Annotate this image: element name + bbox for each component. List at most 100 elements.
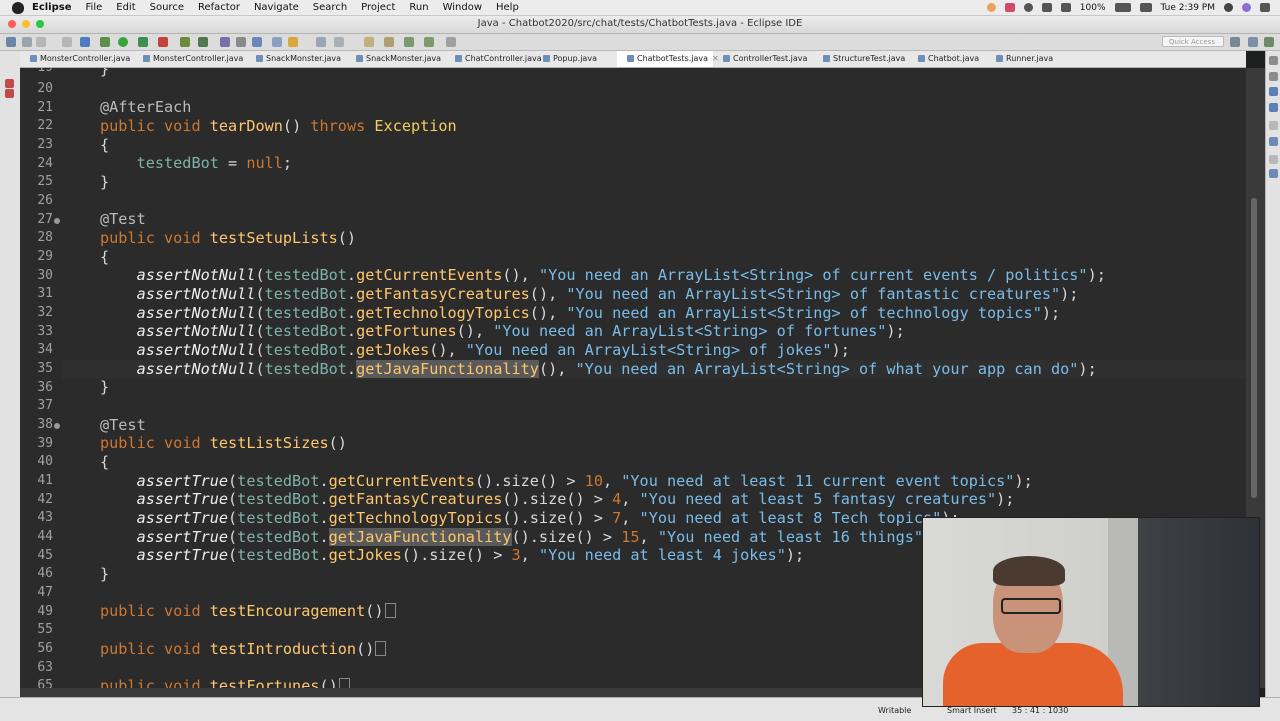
battery-icon[interactable] <box>1114 3 1131 12</box>
airplay-icon[interactable] <box>1041 3 1052 12</box>
fold-toggle-icon[interactable] <box>54 423 60 429</box>
code-line: assertNotNull(testedBot.getCurrentEvents… <box>136 266 1106 284</box>
declaration-icon[interactable] <box>1269 155 1278 164</box>
tab-chatbot[interactable]: Chatbot.java <box>908 51 986 67</box>
prev-annotation-icon[interactable] <box>384 37 394 47</box>
outline-icon[interactable] <box>1269 87 1278 96</box>
tab-controllertest[interactable]: ControllerTest.java <box>713 51 813 67</box>
menu-app[interactable]: Eclipse <box>32 2 72 13</box>
tab-snackmonster-1[interactable]: SnackMonster.java <box>246 51 346 67</box>
code-line: } <box>100 173 110 191</box>
javadoc-icon[interactable] <box>1269 137 1278 146</box>
task-list-icon[interactable] <box>1269 103 1278 112</box>
menu-search[interactable]: Search <box>313 2 347 13</box>
code-line: @Test <box>100 210 146 229</box>
restore-icon[interactable] <box>5 79 14 88</box>
selected-occurrence: getJavaFunctionality <box>356 360 539 378</box>
maximize-panel-icon[interactable] <box>1269 72 1278 81</box>
menu-navigate[interactable]: Navigate <box>254 2 299 13</box>
external-tools-icon[interactable] <box>158 37 168 47</box>
presenter-video <box>943 538 1123 706</box>
menu-help[interactable]: Help <box>496 2 519 13</box>
menu-source[interactable]: Source <box>150 2 184 13</box>
line-number: 44 <box>37 529 53 544</box>
tab-snackmonster-2[interactable]: SnackMonster.java <box>346 51 445 67</box>
save-icon[interactable] <box>22 37 32 47</box>
package-explorer-icon[interactable] <box>5 89 14 98</box>
back-icon[interactable] <box>404 37 414 47</box>
app-status-icon[interactable] <box>986 3 996 12</box>
java-file-icon <box>543 55 550 62</box>
menu-run[interactable]: Run <box>409 2 428 13</box>
new-icon[interactable] <box>6 37 16 47</box>
problems-icon[interactable] <box>1269 121 1278 130</box>
folded-block-icon[interactable] <box>375 641 387 656</box>
next-annotation-icon[interactable] <box>364 37 374 47</box>
minimize-panel-icon[interactable] <box>1269 56 1278 65</box>
wifi-icon[interactable] <box>1023 3 1033 12</box>
code-line: assertTrue(testedBot.getJavaFunctionalit… <box>136 528 941 546</box>
new-java-project-icon[interactable] <box>180 37 190 47</box>
spotlight-icon[interactable] <box>1224 3 1233 12</box>
quick-access-field[interactable]: Quick Access <box>1162 36 1224 47</box>
line-number: 26 <box>37 193 53 208</box>
show-whitespace-icon[interactable] <box>316 37 326 47</box>
tab-monstercontroller-2[interactable]: MonsterController.java <box>133 51 246 67</box>
java-file-icon <box>723 55 730 62</box>
tab-runner[interactable]: Runner.java <box>986 51 1066 67</box>
tab-structuretest[interactable]: StructureTest.java <box>813 51 908 67</box>
menu-project[interactable]: Project <box>361 2 395 13</box>
open-perspective-icon[interactable] <box>1230 37 1240 47</box>
volume-icon[interactable] <box>1060 3 1071 12</box>
search-icon[interactable] <box>252 37 262 47</box>
code-line: public void testFortunes() <box>100 677 350 688</box>
java-file-icon <box>918 55 925 62</box>
run-icon[interactable] <box>118 37 128 47</box>
menu-file[interactable]: File <box>86 2 103 13</box>
notification-center-icon[interactable] <box>1260 3 1270 12</box>
java-file-icon <box>455 55 462 62</box>
new-class-icon[interactable] <box>220 37 230 47</box>
forward-icon[interactable] <box>424 37 434 47</box>
open-type-icon[interactable] <box>236 37 246 47</box>
highlight-icon[interactable] <box>288 37 298 47</box>
folded-block-icon[interactable] <box>338 678 350 688</box>
new-package-icon[interactable] <box>198 37 208 47</box>
debug-perspective-icon[interactable] <box>1264 37 1274 47</box>
webcam-overlay <box>922 517 1260 707</box>
keyboard-icon[interactable] <box>1139 3 1152 12</box>
toggle-mark-occurrences-icon[interactable] <box>272 37 282 47</box>
fold-toggle-icon[interactable] <box>54 218 60 224</box>
pin-editor-icon[interactable] <box>446 37 456 47</box>
menu-window[interactable]: Window <box>443 2 482 13</box>
code-line: public void tearDown() throws Exception <box>100 117 457 135</box>
line-number: 49 <box>37 604 53 619</box>
siri-icon[interactable] <box>1242 3 1251 12</box>
code-line: assertTrue(testedBot.getJokes().size() >… <box>136 546 805 564</box>
menu-refactor[interactable]: Refactor <box>198 2 240 13</box>
tab-label: Popup.java <box>553 54 597 63</box>
console-icon[interactable] <box>1269 169 1278 178</box>
print-icon[interactable] <box>62 37 72 47</box>
code-line: } <box>100 378 110 396</box>
debug-icon[interactable] <box>100 37 110 47</box>
tab-chatcontroller[interactable]: ChatController.java <box>445 51 542 67</box>
coverage-icon[interactable] <box>138 37 148 47</box>
tab-popup[interactable]: Popup.java <box>533 51 617 67</box>
save-all-icon[interactable] <box>36 37 46 47</box>
folded-block-icon[interactable] <box>384 603 396 618</box>
right-trim-bar <box>1265 51 1280 697</box>
scrollbar-thumb[interactable] <box>1251 198 1257 498</box>
tab-monstercontroller-1[interactable]: MonsterController.java <box>20 51 133 67</box>
clock[interactable]: Tue 2:39 PM <box>1161 3 1216 13</box>
java-perspective-icon[interactable] <box>1248 37 1258 47</box>
skip-breakpoints-icon[interactable] <box>80 37 90 47</box>
line-number: 40 <box>37 454 53 469</box>
apple-icon[interactable] <box>12 1 24 14</box>
block-selection-icon[interactable] <box>334 37 344 47</box>
line-number: 37 <box>37 398 53 413</box>
recording-icon[interactable] <box>1004 3 1015 12</box>
annotation: @AfterEach <box>100 98 192 116</box>
tab-chatbottests[interactable]: ChatbotTests.java ✕ <box>617 51 719 67</box>
menu-edit[interactable]: Edit <box>116 2 135 13</box>
